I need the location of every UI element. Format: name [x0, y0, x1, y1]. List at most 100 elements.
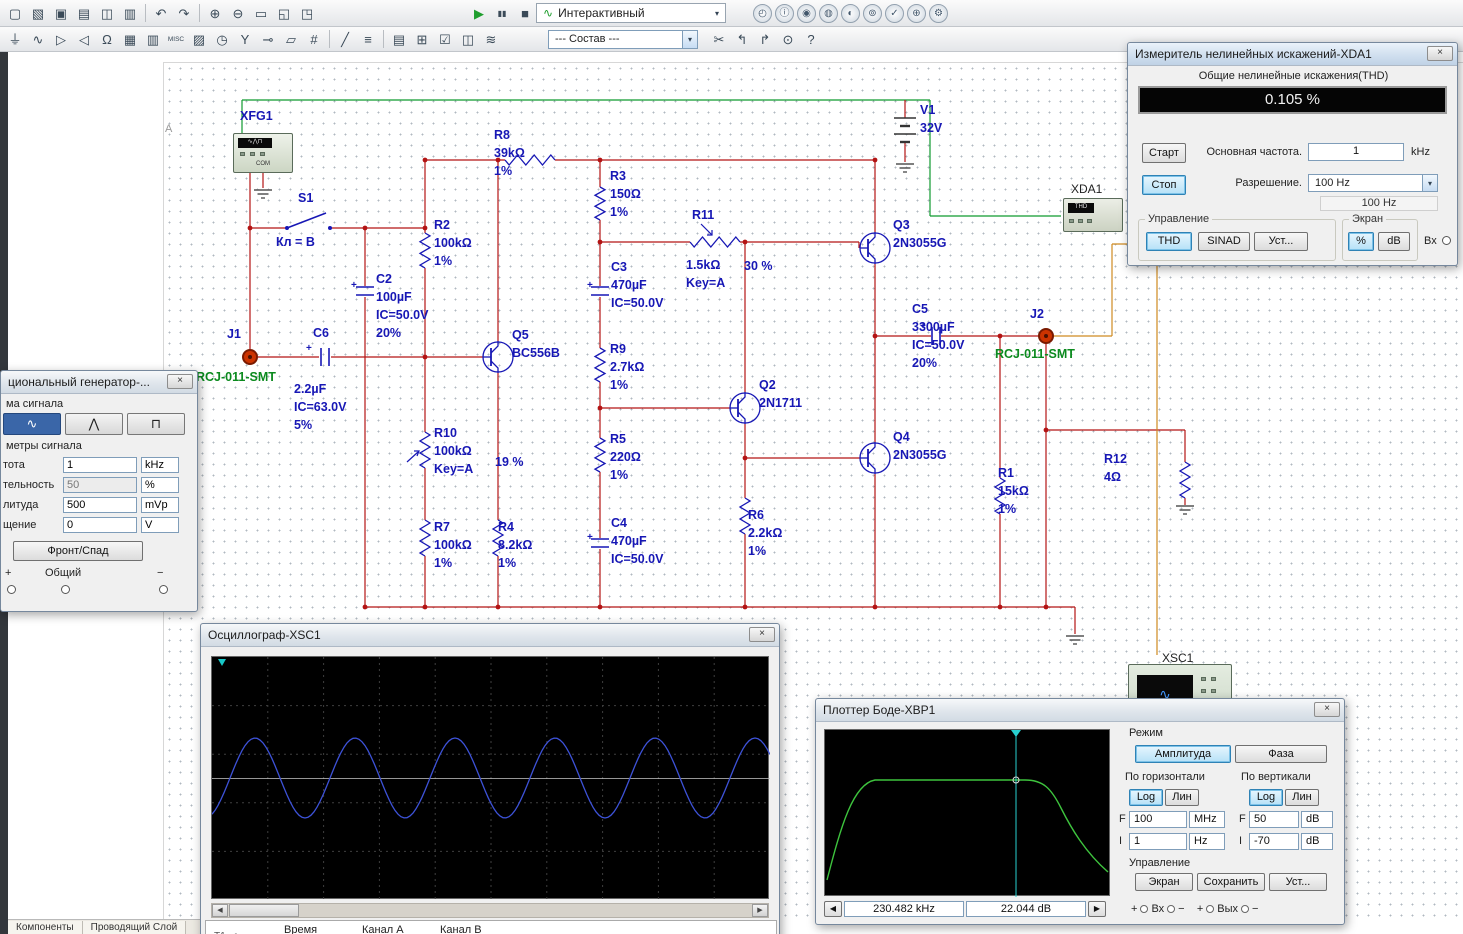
tab-conductive-layer[interactable]: Проводящий Слой [83, 921, 187, 934]
grapher-icon[interactable]: ◫ [457, 29, 479, 49]
badge-4-icon[interactable]: ◍ [819, 4, 838, 23]
v-initial-unit[interactable]: dB [1301, 833, 1333, 850]
place-power-icon[interactable]: Y [234, 29, 256, 49]
triangle-wave-button[interactable]: ⋀ [65, 413, 123, 435]
out-minus-terminal[interactable] [1241, 905, 1249, 913]
place-transistor-icon[interactable]: ◁ [73, 29, 95, 49]
open-file-icon[interactable]: ▧ [27, 3, 49, 23]
place-misc-icon[interactable]: ⊸ [257, 29, 279, 49]
paste-icon[interactable]: ▥ [119, 3, 141, 23]
place-analog-icon[interactable]: Ω [96, 29, 118, 49]
input-terminal[interactable] [1442, 236, 1451, 245]
simulation-profile-combo[interactable]: ∿ Интерактивный ▾ [536, 3, 726, 23]
h-final-field[interactable]: 100 [1129, 811, 1187, 828]
window-titlebar[interactable]: Плоттер Боде-XBP1 × [816, 699, 1344, 722]
bus-tool-icon[interactable]: ≡ [357, 29, 379, 49]
place-source-icon[interactable]: ⏚ [4, 29, 26, 49]
badge-5-icon[interactable]: ◐ [841, 4, 860, 23]
v-final-field[interactable]: 50 [1249, 811, 1299, 828]
tab-components[interactable]: Компоненты [8, 921, 83, 934]
db-button[interactable]: dB [1378, 232, 1410, 251]
window-titlebar[interactable]: Осциллограф-XSC1 × [201, 624, 779, 647]
in-minus-terminal[interactable] [1167, 905, 1175, 913]
square-wave-button[interactable]: ⊓ [127, 413, 185, 435]
zoom-in-icon[interactable]: ⊕ [204, 3, 226, 23]
place-basic-icon[interactable]: ∿ [27, 29, 49, 49]
in-use-list-combo[interactable]: --- Состав --- ▾ [548, 30, 698, 49]
badge-9-icon[interactable]: ⚙ [929, 4, 948, 23]
forward-annotate-icon[interactable]: ↱ [754, 29, 776, 49]
stop-button[interactable]: Стоп [1142, 175, 1186, 195]
horizontal-lin-button[interactable]: Лин [1165, 789, 1199, 806]
badge-2-icon[interactable]: ⓘ [775, 4, 794, 23]
sinad-button[interactable]: SINAD [1198, 232, 1250, 251]
place-diode-icon[interactable]: ▷ [50, 29, 72, 49]
out-plus-terminal[interactable] [1206, 905, 1214, 913]
in-plus-terminal[interactable] [1140, 905, 1148, 913]
scroll-right-icon[interactable]: ▶ [752, 904, 768, 917]
undo-icon[interactable]: ↶ [150, 3, 172, 23]
horizontal-log-button[interactable]: Log [1129, 789, 1163, 806]
badge-6-icon[interactable]: ⊚ [863, 4, 882, 23]
phase-button[interactable]: Фаза [1235, 745, 1327, 763]
amplitude-button[interactable]: Амплитуда [1135, 745, 1231, 763]
close-icon[interactable]: × [1314, 702, 1340, 717]
resolution-combo[interactable]: 100 Hz▾ [1308, 174, 1438, 192]
zoom-page-icon[interactable]: ◳ [296, 3, 318, 23]
cursor-right-icon[interactable]: ▶ [1088, 901, 1106, 917]
scroll-left-icon[interactable]: ◀ [212, 904, 228, 917]
frequency-field[interactable]: 1 [1308, 143, 1404, 161]
h-initial-unit[interactable]: Hz [1189, 833, 1225, 850]
new-file-icon[interactable]: ▢ [4, 3, 26, 23]
common-terminal[interactable] [61, 585, 70, 594]
window-titlebar[interactable]: циональный генератор-... × [1, 371, 197, 394]
scope-scrollbar[interactable]: ◀ ▶ [211, 903, 769, 918]
vertical-lin-button[interactable]: Лин [1285, 789, 1319, 806]
spreadsheet-icon[interactable]: ▤ [388, 29, 410, 49]
cut-icon[interactable]: ✂ [708, 29, 730, 49]
scrollbar-thumb[interactable] [229, 904, 299, 917]
place-mcu-icon[interactable]: # [303, 29, 325, 49]
close-icon[interactable]: × [167, 374, 193, 389]
zoom-area-icon[interactable]: ▭ [250, 3, 272, 23]
v-initial-field[interactable]: -70 [1249, 833, 1299, 850]
edge-settings-button[interactable]: Фронт/Спад [13, 541, 143, 561]
param-unit[interactable]: % [141, 477, 179, 493]
settings-button[interactable]: Уст... [1269, 873, 1327, 891]
place-misc-digital-icon[interactable]: MISC [165, 29, 187, 49]
erc-icon[interactable]: ☑ [434, 29, 456, 49]
param-value-field[interactable]: 50 [63, 477, 137, 493]
vertical-log-button[interactable]: Log [1249, 789, 1283, 806]
pause-simulation-button[interactable]: ▮▮ [491, 3, 513, 23]
place-cmos-icon[interactable]: ▥ [142, 29, 164, 49]
wire-tool-icon[interactable]: ╱ [334, 29, 356, 49]
param-unit[interactable]: mVp [141, 497, 179, 513]
param-value-field[interactable]: 1 [63, 457, 137, 473]
place-connector-icon[interactable]: ▱ [280, 29, 302, 49]
analyses-icon[interactable]: ≋ [480, 29, 502, 49]
xfg1-instrument-icon[interactable]: ∿⋀⊓ COM [233, 133, 293, 173]
badge-1-icon[interactable]: ◴ [753, 4, 772, 23]
badge-7-icon[interactable]: ✓ [885, 4, 904, 23]
badge-3-icon[interactable]: ◉ [797, 4, 816, 23]
plus-terminal[interactable] [7, 585, 16, 594]
h-initial-field[interactable]: 1 [1129, 833, 1187, 850]
badge-8-icon[interactable]: ⊕ [907, 4, 926, 23]
window-titlebar[interactable]: Измеритель нелинейных искажений-XDA1 × [1128, 43, 1457, 66]
percent-button[interactable]: % [1348, 232, 1374, 251]
settings-button[interactable]: Уст... [1254, 232, 1308, 251]
stop-simulation-button[interactable]: ■ [514, 3, 536, 23]
back-annotate-icon[interactable]: ↰ [731, 29, 753, 49]
copy-icon[interactable]: ◫ [96, 3, 118, 23]
minus-terminal[interactable] [159, 585, 168, 594]
param-value-field[interactable]: 500 [63, 497, 137, 513]
place-mixed-icon[interactable]: ▨ [188, 29, 210, 49]
h-final-unit[interactable]: MHz [1189, 811, 1225, 828]
param-unit[interactable]: kHz [141, 457, 179, 473]
zoom-out-icon[interactable]: ⊖ [227, 3, 249, 23]
save-icon[interactable]: ▣ [50, 3, 72, 23]
thd-button[interactable]: THD [1146, 232, 1192, 251]
database-icon[interactable]: ⊞ [411, 29, 433, 49]
print-icon[interactable]: ▤ [73, 3, 95, 23]
run-simulation-button[interactable]: ▶ [468, 3, 490, 23]
